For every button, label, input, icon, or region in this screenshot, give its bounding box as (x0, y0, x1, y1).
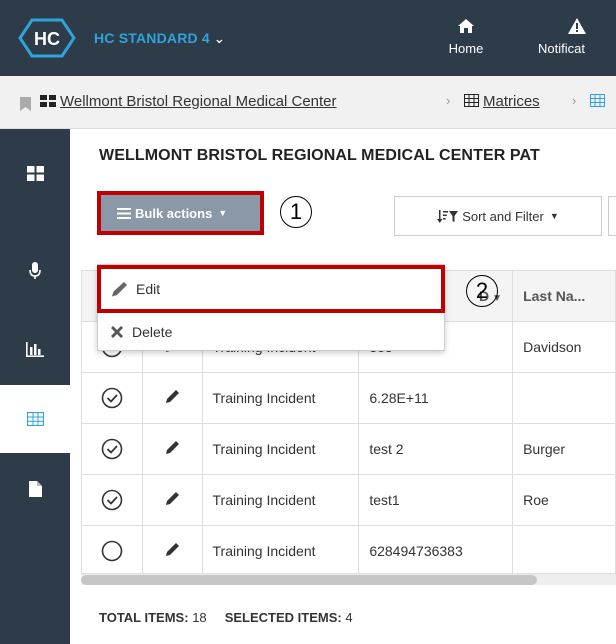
breadcrumb-separator: › (572, 93, 577, 108)
home-icon (458, 19, 474, 33)
pencil-icon (165, 492, 179, 505)
row-select[interactable] (81, 525, 143, 577)
sidebar-item-dashboard[interactable] (0, 139, 70, 207)
toolbar-next-button[interactable] (608, 196, 616, 236)
document-icon (28, 481, 42, 497)
breadcrumb-matrices-label: Matrices (483, 93, 540, 110)
breadcrumb-item-matrices[interactable]: Matrices (464, 93, 540, 110)
callout-2: 2 (466, 275, 498, 307)
menu-item-delete[interactable]: Delete (98, 312, 444, 352)
scrollbar-thumb[interactable] (81, 575, 537, 585)
table-icon (26, 412, 44, 426)
horizontal-scrollbar[interactable] (81, 573, 616, 585)
checked-circle-icon (101, 489, 123, 511)
nav-home[interactable]: Home (442, 18, 490, 56)
cell-type: Training Incident (201, 474, 360, 526)
sort-filter-icon (437, 209, 459, 223)
dashboard-icon (26, 165, 44, 181)
nav-notifications-label: Notificat (538, 41, 585, 56)
chevron-down-icon: ⌄ (213, 31, 225, 46)
cell-id: test 2 (358, 423, 514, 475)
top-navbar: HC HC STANDARD 4 ⌄ Home Notificat (0, 0, 616, 76)
app-switcher[interactable]: HC STANDARD 4 ⌄ (94, 30, 225, 47)
cell-last-name (512, 372, 616, 424)
cell-type: Training Incident (201, 423, 360, 475)
row-select[interactable] (81, 423, 143, 475)
row-edit[interactable] (141, 423, 203, 475)
unchecked-circle-icon (101, 540, 123, 562)
app-name: HC STANDARD 4 (94, 30, 210, 46)
checked-circle-icon (101, 438, 123, 460)
close-icon (111, 326, 123, 338)
breadcrumb-item-facility[interactable]: Wellmont Bristol Regional Medical Center (40, 93, 337, 110)
row-edit[interactable] (141, 525, 203, 577)
bulk-actions-label: Bulk actions (135, 205, 213, 221)
breadcrumb-item-current[interactable] (590, 93, 605, 110)
pencil-icon (165, 441, 179, 454)
page-title: WELLMONT BRISTOL REGIONAL MEDICAL CENTER… (99, 147, 540, 164)
breadcrumb-facility-label: Wellmont Bristol Regional Medical Center (60, 93, 337, 110)
cell-last-name: Roe (512, 474, 616, 526)
cell-last-name (512, 525, 616, 577)
row-edit[interactable] (141, 474, 203, 526)
pencil-icon (165, 543, 179, 556)
cell-id: 628494736383 (358, 525, 514, 577)
row-select[interactable] (81, 474, 143, 526)
list-icon (117, 207, 131, 219)
microphone-icon (29, 262, 41, 279)
selected-items-label: SELECTED ITEMS: (224, 610, 342, 625)
selected-items-value: 4 (345, 610, 353, 625)
nav-home-label: Home (448, 41, 484, 56)
bookmark-icon[interactable] (20, 97, 31, 111)
bar-chart-icon (26, 341, 44, 357)
sidebar-item-voice[interactable] (0, 237, 70, 305)
table-footer: TOTAL ITEMS: 18 SELECTED ITEMS: 4 (99, 610, 353, 625)
nav-notifications[interactable]: Notificat (538, 18, 616, 56)
cell-type: Training Incident (201, 525, 360, 577)
cell-type: Training Incident (201, 372, 360, 424)
row-edit[interactable] (141, 372, 203, 424)
hc-logo-icon[interactable]: HC (18, 18, 76, 58)
breadcrumb: Wellmont Bristol Regional Medical Center… (0, 76, 616, 129)
cell-id: 6.28E+11 (358, 372, 514, 424)
total-items-label: TOTAL ITEMS: (99, 610, 189, 625)
edit-highlight-box (97, 265, 445, 313)
table-row[interactable]: Training Incident 6.28E+11 (81, 372, 616, 424)
callout-1: 1 (280, 196, 312, 228)
checked-circle-icon (101, 387, 123, 409)
header-last-name[interactable]: Last Na... (512, 270, 616, 322)
pencil-icon (165, 390, 179, 403)
menu-delete-label: Delete (132, 324, 173, 340)
warning-icon (568, 18, 586, 34)
cell-last-name: Davidson (512, 321, 616, 373)
bulk-actions-button[interactable]: Bulk actions ▼ (97, 191, 264, 235)
cell-last-name: Burger (512, 423, 616, 475)
breadcrumb-separator: › (446, 93, 451, 108)
total-items-value: 18 (192, 610, 207, 625)
table-icon (590, 94, 605, 107)
table-icon (464, 94, 479, 107)
sort-filter-label: Sort and Filter (462, 208, 544, 224)
table-row[interactable]: Training Incident test 2 Burger (81, 423, 616, 475)
sidebar-item-documents[interactable] (0, 455, 70, 523)
left-sidebar (0, 129, 70, 644)
bulk-actions-menu: Edit Delete (97, 264, 445, 351)
cell-id: test1 (358, 474, 514, 526)
table-row[interactable]: Training Incident test1 Roe (81, 474, 616, 526)
sidebar-item-matrices[interactable] (0, 385, 70, 453)
logo-text: HC (34, 29, 60, 49)
sort-filter-button[interactable]: Sort and Filter ▼ (394, 196, 602, 236)
row-select[interactable] (81, 372, 143, 424)
grid-icon (40, 95, 56, 107)
sidebar-item-reports[interactable] (0, 315, 70, 383)
caret-down-icon: ▼ (218, 208, 228, 218)
table-row[interactable]: Training Incident 628494736383 (81, 525, 616, 577)
caret-down-icon: ▼ (549, 211, 559, 221)
